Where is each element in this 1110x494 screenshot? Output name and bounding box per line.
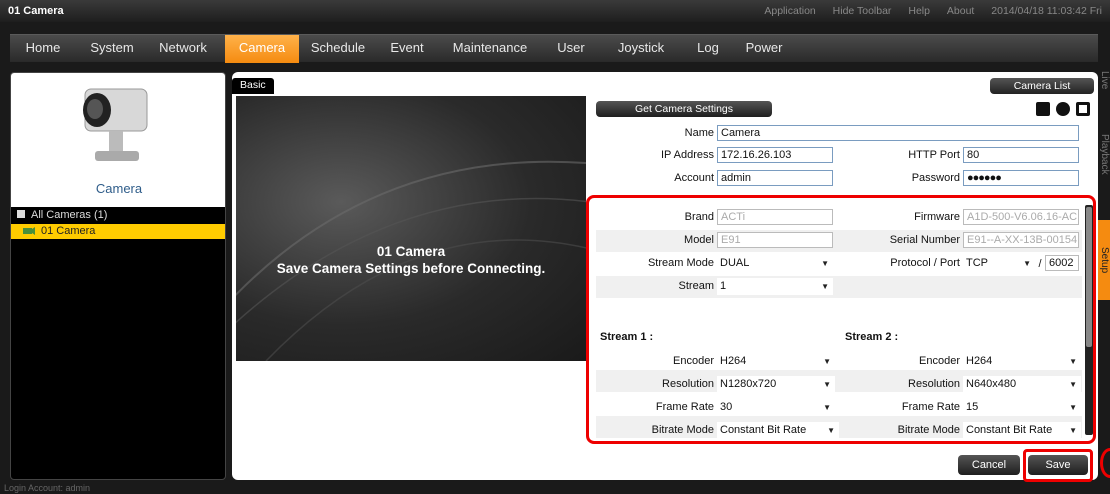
tab-basic[interactable]: Basic: [232, 78, 274, 94]
palette-icon[interactable]: [1056, 102, 1070, 116]
camera-icon: [83, 88, 148, 161]
camera-header: Camera: [11, 73, 225, 207]
cancel-button[interactable]: Cancel: [958, 455, 1020, 475]
password-label: Password: [911, 172, 960, 184]
menu-camera[interactable]: Camera: [225, 35, 299, 63]
login-account-status: Login Account: admin: [4, 483, 91, 493]
application-link[interactable]: Application: [764, 5, 815, 17]
annotation-highlight-settings: [586, 195, 1096, 444]
annotation-step-circle: [1100, 448, 1110, 478]
account-input[interactable]: admin: [717, 170, 833, 186]
menu-schedule[interactable]: Schedule: [303, 35, 373, 63]
menu-system[interactable]: System: [80, 35, 144, 63]
password-input[interactable]: ●●●●●●: [963, 170, 1079, 186]
camera-label: Camera: [95, 181, 143, 196]
tree-item-camera[interactable]: 01 Camera: [11, 224, 225, 239]
name-input[interactable]: Camera: [717, 125, 1079, 141]
http-port-label: HTTP Port: [908, 149, 960, 161]
menu-power[interactable]: Power: [736, 35, 792, 63]
title-bar: 01 Camera Application Hide Toolbar Help …: [0, 0, 1110, 22]
tree-root-label: All Cameras (1): [31, 209, 108, 221]
menu-joystick[interactable]: Joystick: [606, 35, 676, 63]
account-label: Account: [674, 172, 714, 184]
name-label: Name: [684, 127, 714, 139]
menu-event[interactable]: Event: [382, 35, 432, 63]
tree-root-all-cameras[interactable]: All Cameras (1): [11, 209, 225, 223]
menu-maintenance[interactable]: Maintenance: [444, 35, 536, 63]
preview-background-swirl: [236, 160, 586, 361]
tab-playback[interactable]: Playback: [1098, 124, 1110, 184]
help-link[interactable]: Help: [908, 5, 930, 17]
preview-save-hint: Save Camera Settings before Connecting.: [276, 261, 546, 276]
window-title: 01 Camera: [8, 5, 64, 17]
camera-sidebar: Camera All Cameras (1) 01 Camera: [10, 72, 226, 480]
tab-setup[interactable]: Setup: [1098, 220, 1110, 300]
hide-toolbar-link[interactable]: Hide Toolbar: [833, 5, 892, 17]
collapse-icon[interactable]: [17, 210, 25, 219]
window-icon[interactable]: [1076, 102, 1090, 116]
status-bar: Login Account: admin: [0, 483, 1110, 494]
menu-user[interactable]: User: [550, 35, 592, 63]
toolbar-links: Application Hide Toolbar Help About 2014…: [750, 5, 1102, 17]
save-button[interactable]: Save: [1028, 455, 1088, 475]
menu-home[interactable]: Home: [16, 35, 70, 63]
main-menu: Home System Network Camera Schedule Even…: [10, 34, 1098, 63]
camera-preview: 01 Camera Save Camera Settings before Co…: [236, 96, 586, 361]
preview-camera-name: 01 Camera: [376, 244, 446, 259]
camera-small-icon: [23, 227, 35, 235]
menu-log[interactable]: Log: [688, 35, 728, 63]
preview-message: 01 Camera Save Camera Settings before Co…: [236, 243, 586, 277]
ip-address-input[interactable]: 172.16.26.103: [717, 147, 833, 163]
pan-tilt-icon[interactable]: [1036, 102, 1050, 116]
tree-item-label: 01 Camera: [41, 225, 96, 237]
datetime-display: 2014/04/18 11:03:42 Fri: [991, 5, 1102, 17]
menu-network[interactable]: Network: [150, 35, 216, 63]
http-port-input[interactable]: 80: [963, 147, 1079, 163]
ip-address-label: IP Address: [661, 149, 714, 161]
about-link[interactable]: About: [947, 5, 974, 17]
tab-live[interactable]: Live: [1098, 60, 1110, 100]
get-camera-settings-button[interactable]: Get Camera Settings: [596, 101, 772, 117]
camera-list-button[interactable]: Camera List: [990, 78, 1094, 94]
